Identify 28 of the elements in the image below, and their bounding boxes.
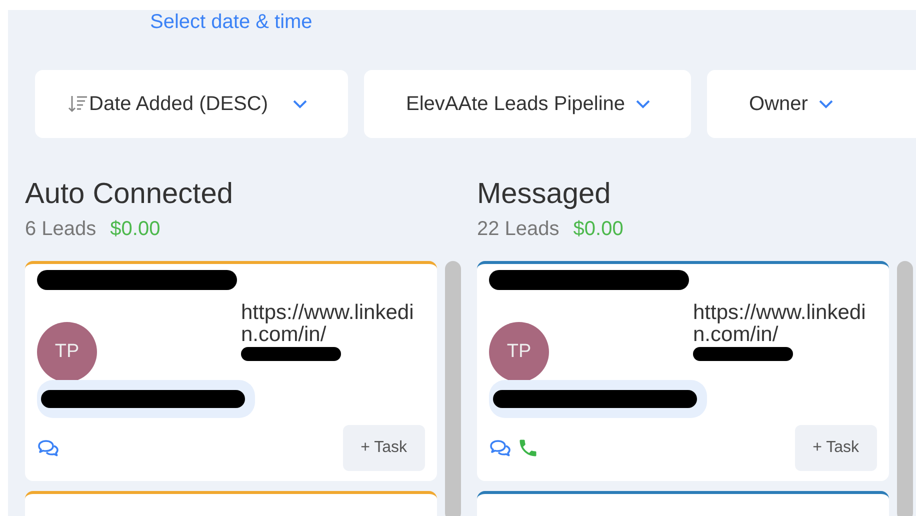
filter-dropdown[interactable]: Owner — [707, 70, 916, 138]
chat-bubbles-icon[interactable] — [489, 438, 511, 458]
lead-card[interactable] — [25, 491, 437, 516]
sort-icon — [67, 94, 89, 114]
profile-url[interactable]: https://www.linkedin.com/in/ — [241, 302, 425, 346]
column-title: Messaged — [477, 178, 611, 210]
chevron-down-icon — [292, 99, 308, 109]
phone-icon[interactable] — [517, 437, 539, 459]
column-title: Auto Connected — [25, 178, 233, 210]
lead-count: 22 Leads — [477, 218, 560, 241]
avatar: TP — [489, 322, 549, 382]
lead-count: 6 Leads — [25, 218, 96, 241]
avatar: TP — [37, 322, 97, 382]
lead-card[interactable] — [477, 491, 889, 516]
pipeline-value: $0.00 — [110, 218, 160, 241]
pipeline-value: $0.00 — [573, 218, 624, 241]
chat-bubbles-icon[interactable] — [37, 438, 59, 458]
add-task-button[interactable]: + Task — [794, 425, 877, 471]
chevron-down-icon — [635, 99, 652, 109]
filter-dropdown[interactable]: ElevAAte Leads Pipeline — [364, 70, 692, 138]
scrollbar[interactable] — [445, 261, 461, 516]
lead-card[interactable]: TP https://www.linkedin.com/in/ + Task — [25, 261, 437, 481]
lead-card[interactable]: TP https://www.linkedin.com/in/ + Task — [477, 261, 889, 481]
chevron-down-icon — [818, 99, 834, 109]
add-task-button[interactable]: + Task — [342, 425, 425, 471]
scrollbar[interactable] — [897, 261, 913, 516]
profile-url[interactable]: https://www.linkedin.com/in/ — [693, 302, 877, 346]
filter-dropdown[interactable]: Date Added (DESC) — [35, 70, 348, 138]
